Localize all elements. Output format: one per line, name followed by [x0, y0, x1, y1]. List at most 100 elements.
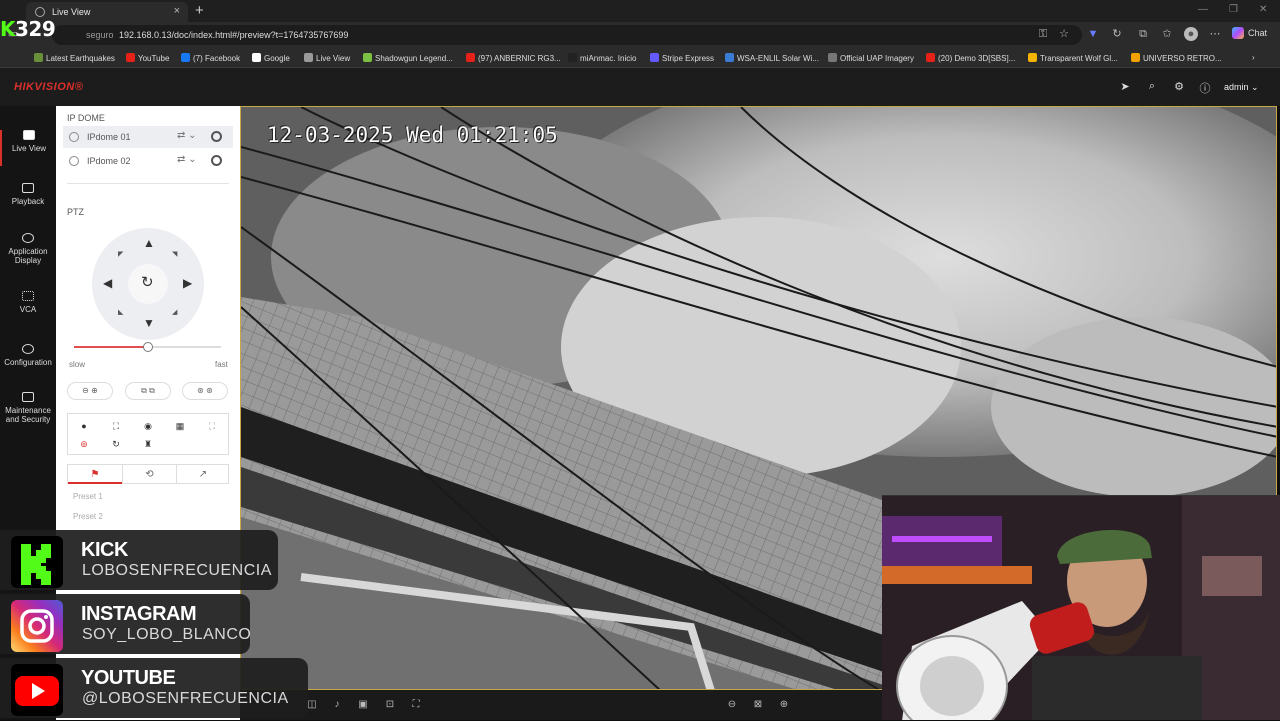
bookmark-item[interactable]: YouTube [126, 53, 169, 63]
ptz-left-icon[interactable]: ◀ [103, 276, 112, 290]
configuration-gear-icon [22, 344, 34, 354]
iris-open-icon[interactable]: ⊛ [197, 386, 204, 395]
bookmark-item[interactable]: Shadowgun Legend... [363, 53, 453, 63]
youtube-logo-icon [11, 664, 63, 716]
region-focus-icon[interactable]: ⛶ [110, 420, 122, 432]
bookmark-item[interactable]: Transparent Wolf Gl... [1028, 53, 1118, 63]
bookmark-item[interactable]: (7) Facebook [181, 53, 240, 63]
nav-configuration[interactable]: Configuration [0, 344, 56, 367]
bookmarks-overflow-icon[interactable]: › [1252, 53, 1255, 62]
previous-icon[interactable]: ⊖ [726, 699, 738, 711]
ptz-downleft-icon[interactable]: ◣ [118, 308, 123, 316]
manual-tracking-icon[interactable]: ⛶ [206, 420, 218, 432]
microphone-icon[interactable]: ♪ [331, 699, 343, 711]
bookmark-favicon-icon [926, 53, 935, 62]
stream-select-icon[interactable]: ⇄ ⌄ [177, 130, 197, 141]
light-icon[interactable]: ● [78, 420, 90, 432]
nav-playback[interactable]: Playback [0, 183, 56, 206]
camera-item[interactable]: IPdome 02 ⇄ ⌄ [63, 150, 233, 172]
ptz-downright-icon[interactable]: ◢ [172, 308, 177, 316]
tab-title: Live View [52, 7, 91, 17]
send-icon[interactable]: ➤ [1118, 80, 1132, 94]
bookmark-item[interactable]: (20) Demo 3D[SBS]... [926, 53, 1015, 63]
fullscreen-region-icon[interactable]: ⛶ [410, 699, 422, 711]
copilot-chat-button[interactable]: Chat [1232, 27, 1267, 39]
zoom-out-icon[interactable]: ⊖ [82, 386, 89, 395]
favorites-icon[interactable]: ✩ [1160, 27, 1174, 41]
ptz-section-title: PTZ [67, 207, 84, 217]
bookmark-favicon-icon [1028, 53, 1037, 62]
next-icon[interactable]: ⊕ [778, 699, 790, 711]
bookmark-star-icon[interactable]: ☆ [1057, 27, 1071, 41]
nav-vca[interactable]: VCA [0, 291, 56, 314]
wiper-icon[interactable]: ◉ [142, 420, 154, 432]
copilot-icon [1232, 27, 1244, 39]
preset-item[interactable]: Preset 2 [73, 512, 103, 521]
speed-knob[interactable] [142, 342, 153, 352]
camera-item[interactable]: IPdome 01 ⇄ ⌄ [63, 126, 233, 148]
omnibox[interactable]: seguro 192.168.0.13/doc/index.html#/prev… [52, 25, 1082, 45]
bookmark-label: WSA-ENLIL Solar Wi... [737, 54, 819, 63]
ptz-down-icon[interactable]: ▼ [143, 316, 155, 330]
digital-zoom-icon[interactable]: ⊡ [384, 699, 396, 711]
tab-patterns[interactable]: ↗ [176, 465, 229, 484]
3d-zoom-icon[interactable]: ⊚ [78, 438, 90, 450]
record-clip-icon[interactable]: ▣ [357, 699, 369, 711]
close-tab-icon[interactable]: × [174, 5, 180, 17]
tab-patrols[interactable]: ⟲ [122, 465, 176, 484]
profile-avatar[interactable]: ● [1184, 27, 1198, 41]
bookmark-item[interactable]: miAnmac. Inicio [568, 53, 636, 63]
bookmarks-bar: Latest Earthquakes YouTube (7) Facebook Goo… [0, 48, 1280, 68]
new-tab-button[interactable]: + [195, 2, 204, 19]
ptz-up-icon[interactable]: ▲ [143, 236, 155, 250]
minimize-icon[interactable]: — [1198, 4, 1208, 15]
iris-close-icon[interactable]: ⊛ [206, 386, 213, 395]
preset-item[interactable]: Preset 1 [73, 492, 103, 501]
grid-icon[interactable]: ▦ [174, 420, 186, 432]
nav-maintenance-security[interactable]: Maintenance and Security [0, 392, 56, 424]
bookmark-item[interactable]: UNIVERSO RETRO... [1131, 53, 1222, 63]
park-action-icon[interactable]: ↻ [110, 438, 122, 450]
focus-near-icon[interactable]: ⧉ [141, 386, 147, 395]
bookmark-favicon-icon [363, 53, 372, 62]
close-window-icon[interactable]: ✕ [1259, 4, 1267, 15]
bookmark-item[interactable]: Google [252, 53, 290, 63]
bookmark-item[interactable]: Latest Earthquakes [34, 53, 115, 63]
kick-logo-icon [11, 536, 63, 588]
bookmark-item[interactable]: WSA-ENLIL Solar Wi... [725, 53, 819, 63]
ptz-auto-button[interactable]: ↻ [128, 264, 168, 304]
more-menu-icon[interactable]: ⋯ [1208, 27, 1222, 41]
extension-vpn-icon[interactable]: ▼ [1086, 27, 1100, 41]
ptz-right-icon[interactable]: ▶ [183, 276, 192, 290]
nav-live-view[interactable]: Live View [0, 130, 56, 166]
info-icon[interactable]: ⓘ [1198, 80, 1212, 95]
social-name: YOUTUBE [81, 667, 176, 689]
one-touch-patrol-icon[interactable]: ♜ [142, 438, 154, 450]
record-icon[interactable] [211, 131, 222, 142]
ptz-upright-icon[interactable]: ◥ [172, 250, 177, 258]
bookmark-favicon-icon [34, 53, 43, 62]
zoom-in-icon[interactable]: ⊕ [91, 386, 98, 395]
bookmark-item[interactable]: Stripe Express [650, 53, 714, 63]
bookmark-item[interactable]: Live View [304, 53, 350, 63]
extension-refresh-icon[interactable]: ↻ [1110, 27, 1124, 41]
bookmark-item[interactable]: Official UAP Imagery [828, 53, 914, 63]
maximize-icon[interactable]: ❐ [1229, 4, 1238, 15]
focus-far-icon[interactable]: ⧉ [149, 386, 155, 395]
tab-presets[interactable]: ⚑ [68, 465, 122, 484]
bookmark-label: miAnmac. Inicio [580, 54, 637, 63]
key-icon[interactable]: ⚿ [1036, 27, 1050, 41]
stop-icon[interactable]: ⊠ [752, 699, 764, 711]
ptz-upleft-icon[interactable]: ◤ [118, 250, 123, 258]
user-menu[interactable]: admin ⌄ [1224, 82, 1259, 93]
url-text[interactable]: 192.168.0.13/doc/index.html#/preview?t=1… [119, 30, 348, 40]
search-icon[interactable]: ⌕ [1145, 80, 1159, 94]
settings-gear-icon[interactable]: ⚙ [1172, 80, 1186, 94]
stream-select-icon[interactable]: ⇄ ⌄ [177, 154, 197, 165]
playback-icon [22, 183, 34, 193]
extensions-icon[interactable]: ⧉ [1136, 27, 1150, 41]
nav-application-display[interactable]: Application Display [0, 233, 56, 265]
record-icon[interactable] [211, 155, 222, 166]
ptz-speed-slider[interactable] [74, 342, 221, 352]
bookmark-item[interactable]: (97) ANBERNIC RG3... [466, 53, 561, 63]
